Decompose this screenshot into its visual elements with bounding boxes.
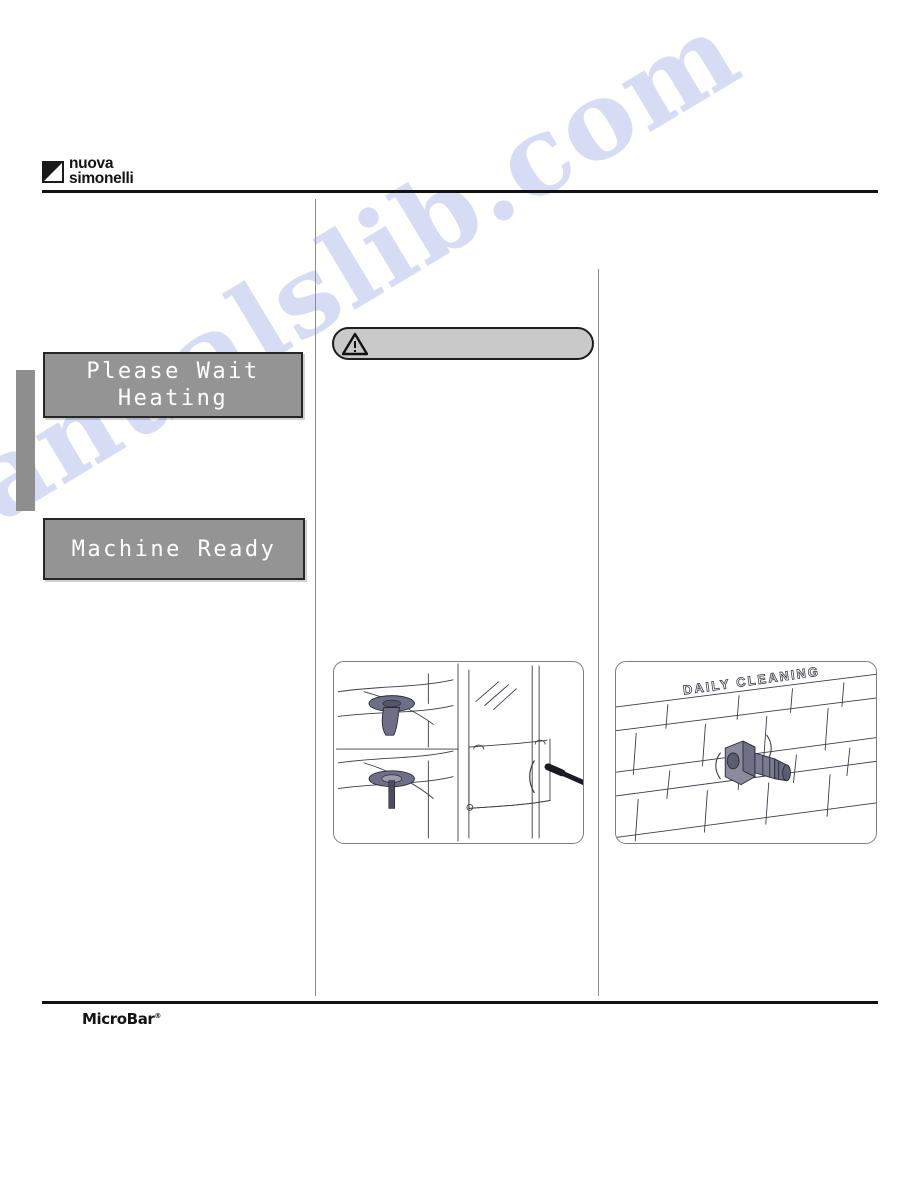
brand-wordmark: nuova simonelli [69, 156, 134, 187]
chapter-index-tab [16, 370, 35, 511]
manual-page: manualslib.com nuova simonelli Please Wa… [0, 0, 918, 1188]
column-divider-2 [598, 269, 599, 996]
lcd-heating-line-2: Heating [117, 386, 229, 411]
brand-line-2: simonelli [69, 169, 134, 187]
footer-rule [42, 1001, 878, 1004]
column-divider-1 [315, 199, 316, 996]
product-logo: MicroBar® [82, 1010, 161, 1028]
lcd-heating-line-1: Please Wait [86, 358, 260, 384]
illustration-shower-screen-removal [333, 661, 584, 844]
watermark-text: manualslib.com [0, 0, 761, 606]
trademark-symbol: ® [154, 1012, 162, 1020]
nuova-simonelli-square-mark-icon [42, 160, 64, 183]
illustration-daily-cleaning-drawing: DAILY CLEANING [616, 663, 876, 842]
illustration-shower-screen-removal-drawing [335, 663, 583, 842]
illustration-daily-cleaning-label: DAILY CLEANING [682, 664, 821, 698]
warning-triangle-icon [342, 332, 368, 355]
warning-callout [332, 327, 594, 360]
brand-logo: nuova simonelli [42, 156, 134, 187]
illustration-daily-cleaning-valve: DAILY CLEANING [615, 661, 877, 844]
lcd-display-machine-ready: Machine Ready [43, 518, 305, 580]
lcd-display-heating: Please Wait Heating [43, 352, 303, 418]
product-name: MicroBar [82, 1010, 155, 1028]
lcd-ready-line-1: Machine Ready [71, 536, 277, 562]
header-rule [42, 190, 878, 193]
